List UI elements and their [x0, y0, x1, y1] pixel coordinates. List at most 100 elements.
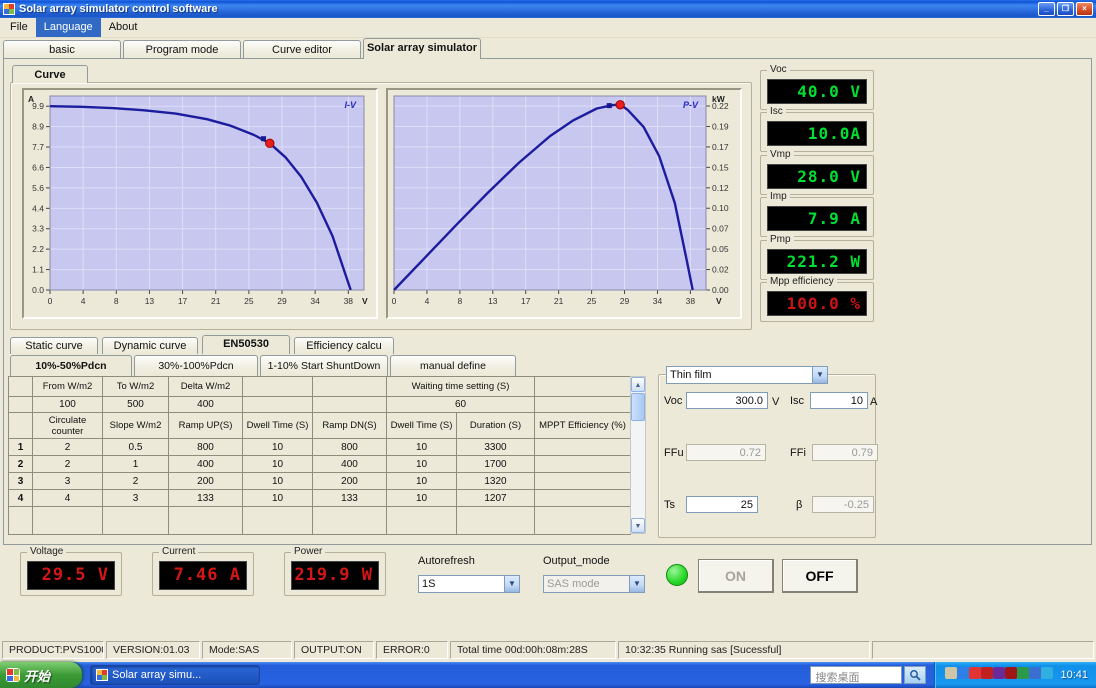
range-header — [242, 376, 313, 397]
tab-dynamic-curve[interactable]: Dynamic curve — [102, 337, 198, 354]
tab-basic[interactable]: basic — [3, 40, 121, 58]
module-type-select[interactable]: Thin film ▼ — [666, 366, 828, 384]
chevron-down-icon[interactable]: ▼ — [504, 576, 519, 592]
tab-static-curve[interactable]: Static curve — [10, 337, 98, 354]
empty-cell — [456, 506, 535, 535]
tab-efficiency-calcu[interactable]: Efficiency calcu — [294, 337, 394, 354]
table-cell[interactable]: 800 — [168, 438, 243, 456]
tray-icon-7[interactable] — [1017, 667, 1030, 679]
table-cell[interactable]: 4 — [32, 489, 103, 507]
range-value[interactable]: 500 — [102, 396, 169, 413]
scroll-down-icon[interactable]: ▼ — [631, 518, 645, 533]
tab-program-mode[interactable]: Program mode — [123, 40, 241, 58]
close-button[interactable]: × — [1076, 2, 1093, 16]
tab-curve-editor[interactable]: Curve editor — [243, 40, 361, 58]
table-cell[interactable]: 10 — [386, 472, 457, 490]
table-cell[interactable]: 133 — [168, 489, 243, 507]
svg-text:13: 13 — [488, 296, 498, 306]
range-header-waiting: Waiting time setting (S) — [386, 376, 535, 397]
taskbar-item-label: Solar array simu... — [112, 669, 202, 681]
table-cell[interactable]: 400 — [312, 455, 387, 473]
tray-icon-9[interactable] — [1041, 667, 1054, 679]
table-cell[interactable]: 10 — [242, 438, 313, 456]
svg-text:8.9: 8.9 — [32, 122, 44, 132]
table-cell[interactable]: 2 — [32, 455, 103, 473]
readout-value-isc: 10.0A — [767, 121, 867, 146]
subtab-10-50-pdcn[interactable]: 10%-50%Pdcn — [10, 355, 132, 376]
tray-icon-1[interactable] — [945, 667, 958, 679]
table-cell[interactable]: 200 — [168, 472, 243, 490]
range-value[interactable] — [312, 396, 387, 413]
table-cell[interactable] — [534, 489, 631, 507]
tab-curve[interactable]: Curve — [12, 65, 88, 83]
table-cell[interactable]: 3 — [32, 472, 103, 490]
table-cell[interactable]: 1320 — [456, 472, 535, 490]
table-cell[interactable] — [534, 455, 631, 473]
table-cell[interactable]: 0.5 — [102, 438, 169, 456]
table-cell[interactable]: 2 — [32, 438, 103, 456]
tray-icon-3[interactable] — [969, 667, 982, 679]
scroll-up-icon[interactable]: ▲ — [631, 377, 645, 392]
power-label: Power — [291, 546, 326, 557]
param-input-ts[interactable]: 25 — [686, 496, 758, 513]
param-input-isc[interactable]: 10 — [810, 392, 868, 409]
chevron-down-icon[interactable]: ▼ — [812, 367, 827, 383]
table-cell[interactable]: 10 — [242, 489, 313, 507]
table-cell[interactable]: 2 — [102, 472, 169, 490]
tray-icon-8[interactable] — [1029, 667, 1042, 679]
range-value[interactable] — [534, 396, 631, 413]
autorefresh-select[interactable]: 1S ▼ — [418, 575, 520, 593]
table-cell[interactable]: 10 — [386, 438, 457, 456]
range-value[interactable] — [242, 396, 313, 413]
svg-text:0.15: 0.15 — [712, 162, 729, 172]
svg-text:8: 8 — [457, 296, 462, 306]
tab-solar-array-simulator[interactable]: Solar array simulator — [363, 38, 481, 59]
tray-icon-2[interactable] — [957, 667, 970, 679]
subtab-1-10-start-shuntdown[interactable]: 1-10% Start ShuntDown — [260, 355, 388, 376]
table-cell[interactable]: 10 — [242, 472, 313, 490]
tray-icon-5[interactable] — [993, 667, 1006, 679]
tray-icon-6[interactable] — [1005, 667, 1018, 679]
scroll-thumb[interactable] — [631, 393, 645, 421]
table-cell[interactable]: 1 — [102, 455, 169, 473]
table-cell[interactable]: 10 — [386, 455, 457, 473]
param-input-voc[interactable]: 300.0 — [686, 392, 768, 409]
table-cell[interactable]: 400 — [168, 455, 243, 473]
table-cell[interactable]: 3 — [102, 489, 169, 507]
table-cell[interactable]: 200 — [312, 472, 387, 490]
search-icon[interactable] — [904, 666, 927, 684]
subtab-30-100-pdcn[interactable]: 30%-100%Pdcn — [134, 355, 258, 376]
range-value[interactable]: 400 — [168, 396, 243, 413]
menu-language[interactable]: Language — [35, 18, 101, 37]
readout-value-imp: 7.9 A — [767, 206, 867, 231]
table-cell[interactable]: 10 — [386, 489, 457, 507]
table-cell[interactable]: 800 — [312, 438, 387, 456]
svg-text:0: 0 — [392, 296, 397, 306]
range-header: From W/m2 — [32, 376, 103, 397]
menu-file[interactable]: File — [2, 18, 36, 37]
range-value[interactable]: 100 — [32, 396, 103, 413]
table-cell[interactable]: 1207 — [456, 489, 535, 507]
table-cell[interactable]: 3300 — [456, 438, 535, 456]
tray-icon-4[interactable] — [981, 667, 994, 679]
off-button[interactable]: OFF — [782, 559, 858, 593]
svg-text:0.05: 0.05 — [712, 244, 729, 254]
taskbar-search-input[interactable]: 搜索桌面 — [810, 666, 903, 684]
table-cell[interactable]: 1700 — [456, 455, 535, 473]
table-cell[interactable]: 133 — [312, 489, 387, 507]
minimize-button[interactable]: _ — [1038, 2, 1055, 16]
tab-en50530[interactable]: EN50530 — [202, 335, 290, 354]
taskbar-item-solar[interactable]: Solar array simu... — [90, 665, 260, 685]
on-button[interactable]: ON — [698, 559, 774, 593]
module-type-value: Thin film — [670, 369, 712, 381]
range-value-waiting[interactable]: 60 — [386, 396, 535, 413]
maximize-button[interactable]: ❐ — [1057, 2, 1074, 16]
table-scrollbar[interactable]: ▲ ▼ — [630, 376, 646, 534]
table-cell[interactable] — [534, 472, 631, 490]
table-cell[interactable] — [534, 438, 631, 456]
subtab-manual-define[interactable]: manual define — [390, 355, 516, 376]
empty-cell — [312, 506, 387, 535]
table-cell[interactable]: 10 — [242, 455, 313, 473]
start-button[interactable]: 开始 — [0, 662, 82, 688]
menu-about[interactable]: About — [101, 18, 146, 37]
